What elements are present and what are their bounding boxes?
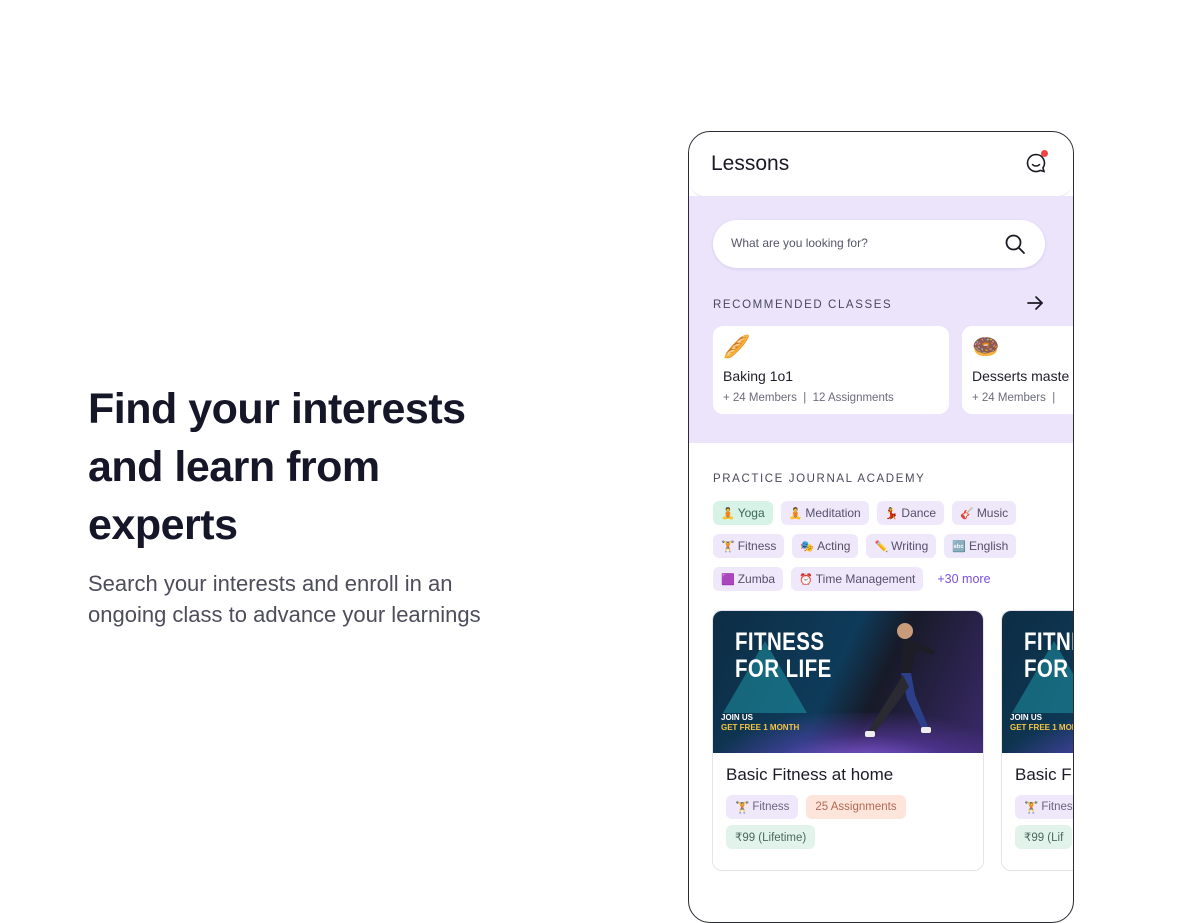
chip-fitness[interactable]: 🏋 Fitness <box>713 534 785 558</box>
course-tags: 🏋 Fitness 25 Assignments <box>726 795 906 819</box>
banner-title-line: FITNESS <box>735 628 825 656</box>
hero-section: Find your interests and learn from exper… <box>88 380 508 630</box>
banner-title-line: FOR LIFE <box>735 655 832 683</box>
banner-title-line: FITNE <box>1024 628 1073 656</box>
chip-label: Writing <box>891 539 929 553</box>
athlete-figure-icon <box>865 623 935 737</box>
chip-dance[interactable]: 💃 Dance <box>876 501 945 525</box>
chip-label: Zumba <box>737 572 776 586</box>
course-tags: 🏋 Fitnes <box>1015 795 1073 819</box>
course-title: Basic F <box>1015 765 1072 784</box>
pencil-icon: ✏️ <box>874 540 889 553</box>
arrow-right-icon[interactable] <box>1025 293 1045 313</box>
members-count: + 24 Members <box>972 392 1046 404</box>
banner-title: FITNE FOR LI <box>1024 628 1073 683</box>
category-chips: 🧘 Yoga 🧘 Meditation 💃 Dance 🎸 Music 🏋 Fitness… <box>713 501 1063 600</box>
abc-icon: 🔤 <box>952 540 966 553</box>
class-name: Desserts maste <box>972 368 1070 384</box>
chip-zumba[interactable]: 🟪 Zumba <box>713 567 784 591</box>
chat-notification-icon[interactable] <box>1025 150 1048 174</box>
course-card[interactable]: FITNE FOR LI JOIN US GET FREE 1 MONTH Ba… <box>1001 610 1073 871</box>
yoga-icon: 🧘 <box>721 507 735 520</box>
chip-label: Fitness <box>737 539 777 553</box>
search-icon[interactable] <box>1003 232 1027 256</box>
assignments-count: 12 Assignments <box>812 392 894 404</box>
banner-title-line: FOR LI <box>1024 655 1073 683</box>
recommended-card[interactable]: 🍩 Desserts maste + 24 Members | <box>962 326 1073 414</box>
recommended-panel: What are you looking for? RECOMMENDED CL… <box>689 196 1073 443</box>
banner-offer: JOIN US GET FREE 1 MONTH <box>721 713 799 733</box>
banner-offer-text: GET FREE 1 MONTH <box>721 723 800 732</box>
hero-subtext: Search your interests and enroll in an o… <box>88 571 481 627</box>
members-count: + 24 Members <box>723 392 797 404</box>
alarm-clock-icon: ⏰ <box>799 573 813 586</box>
assignments-tag: 25 Assignments <box>806 795 906 819</box>
chip-label: Time Management <box>815 572 916 586</box>
donut-icon: 🍩 <box>972 334 1000 359</box>
weightlifting-icon: 🏋 <box>735 802 750 814</box>
course-banner-image: FITNE FOR LI JOIN US GET FREE 1 MONTH <box>1002 611 1073 753</box>
course-banner-image: FITNESS FOR LIFE JOIN US GET FREE 1 MONT… <box>713 611 983 753</box>
class-name: Baking 1o1 <box>723 368 794 384</box>
category-label: Fitnes <box>1041 801 1073 813</box>
category-tag: 🏋 Fitnes <box>1015 795 1073 819</box>
hero-headline: Find your interests and learn from exper… <box>88 385 466 549</box>
search-placeholder[interactable]: What are you looking for? <box>731 236 868 250</box>
chip-acting[interactable]: 🎭 Acting <box>792 534 859 558</box>
course-card[interactable]: FITNESS FOR LIFE JOIN US GET FREE 1 MONT… <box>712 610 984 871</box>
class-meta: + 24 Members | 12 Assignments <box>723 392 894 404</box>
meta-separator: | <box>1052 392 1056 404</box>
zumba-icon: 🟪 <box>721 573 735 586</box>
banner-title: FITNESS FOR LIFE <box>735 629 832 683</box>
chip-english[interactable]: 🔤 English <box>944 534 1017 558</box>
price-tag: ₹99 (Lif <box>1015 825 1073 849</box>
chip-label: Music <box>976 506 1009 520</box>
more-categories-link[interactable]: +30 more <box>931 567 990 591</box>
chip-label: English <box>968 539 1009 553</box>
theater-masks-icon: 🎭 <box>800 540 815 553</box>
chip-meditation[interactable]: 🧘 Meditation <box>780 501 869 525</box>
search-bar[interactable]: What are you looking for? <box>713 220 1045 268</box>
recommended-card[interactable]: 🥖 Baking 1o1 + 24 Members | 12 Assignmen… <box>713 326 949 414</box>
category-tag: 🏋 Fitness <box>726 795 799 819</box>
meditation-icon: 🧘 <box>788 507 803 520</box>
chip-label: Meditation <box>805 506 861 520</box>
chip-time-management[interactable]: ⏰ Time Management <box>791 567 924 591</box>
banner-offer: JOIN US GET FREE 1 MONTH <box>1010 713 1073 733</box>
page-title: Lessons <box>711 152 790 175</box>
guitar-icon: 🎸 <box>960 507 974 520</box>
weightlifting-icon: 🏋 <box>721 540 735 553</box>
chip-label: Yoga <box>737 506 765 520</box>
notification-dot <box>1041 150 1048 157</box>
phone-mockup: Lessons What are you looking for? RECOMM… <box>688 131 1074 923</box>
academy-title: PRACTICE JOURNAL ACADEMY <box>713 473 926 485</box>
course-title: Basic Fitness at home <box>726 765 894 784</box>
bread-icon: 🥖 <box>723 334 751 359</box>
chip-writing[interactable]: ✏️ Writing <box>866 534 937 558</box>
app-header: Lessons <box>689 132 1073 197</box>
chip-music[interactable]: 🎸 Music <box>952 501 1017 525</box>
chip-label: Dance <box>901 506 937 520</box>
banner-join-text: JOIN US <box>1010 713 1043 722</box>
recommended-title: RECOMMENDED CLASSES <box>713 299 893 311</box>
price-tag: ₹99 (Lifetime) <box>726 825 816 849</box>
weightlifting-icon: 🏋 <box>1024 802 1039 814</box>
banner-join-text: JOIN US <box>721 713 754 722</box>
banner-offer-text: GET FREE 1 MONTH <box>1010 723 1073 732</box>
chip-yoga[interactable]: 🧘 Yoga <box>713 501 773 525</box>
meta-separator: | <box>803 392 807 404</box>
class-meta: + 24 Members | <box>972 392 1055 404</box>
category-label: Fitness <box>752 801 790 813</box>
dance-icon: 💃 <box>884 507 899 520</box>
chip-label: Acting <box>817 539 851 553</box>
